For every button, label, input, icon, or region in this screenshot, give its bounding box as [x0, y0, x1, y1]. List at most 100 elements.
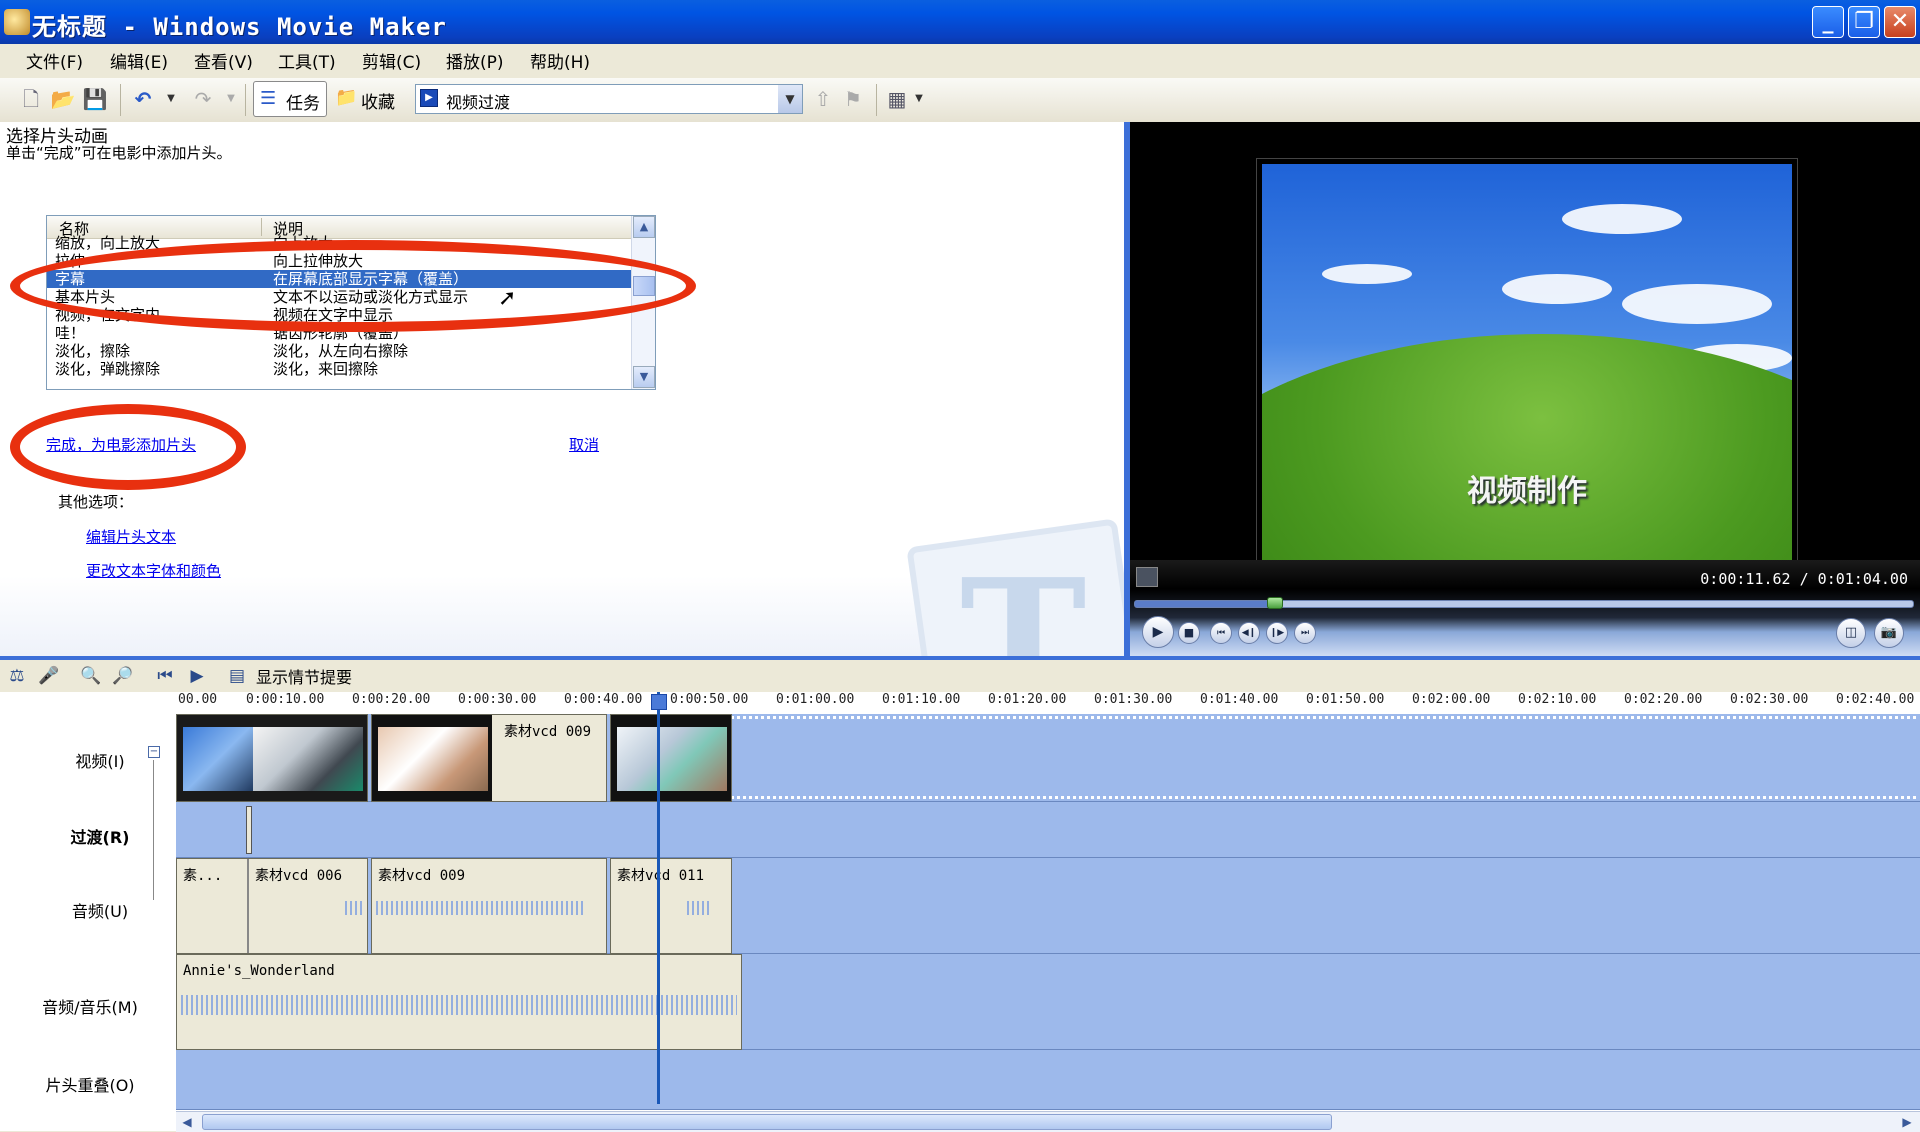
favorites-button[interactable]: 📁 收藏	[333, 81, 403, 117]
scroll-right-icon[interactable]: ▶	[1898, 1114, 1916, 1130]
track-dotted-edge	[731, 796, 1916, 801]
menu-file[interactable]: 文件(F)	[26, 48, 83, 73]
set-audio-levels-icon[interactable]: ⚖	[6, 665, 28, 687]
menu-clip[interactable]: 剪辑(C)	[362, 48, 421, 73]
show-storyboard-button[interactable]: 显示情节提要	[256, 664, 352, 688]
video-clip[interactable]: 素材vcd 009	[371, 714, 607, 802]
seek-fill	[1135, 601, 1276, 607]
video-track[interactable]: 素材vcd 009	[176, 714, 1920, 802]
narrate-microphone-icon[interactable]: 🎤	[38, 665, 60, 687]
time-ruler[interactable]: 00.00 0:00:10.00 0:00:20.00 0:00:30.00 0…	[176, 692, 1920, 715]
ruler-tick: 0:02:30.00	[1730, 692, 1809, 707]
clip-name: 素材vcd 011	[617, 868, 705, 884]
chevron-down-icon[interactable]: ▼	[778, 85, 802, 113]
audio-waveform	[345, 901, 363, 915]
audio-clip[interactable]: 素材vcd 011	[610, 858, 732, 954]
audio-waveform	[181, 995, 737, 1015]
redo-dropdown-icon[interactable]: ▼	[218, 86, 244, 112]
list-item[interactable]: 淡化，弹跳擦除 淡化，来回擦除	[47, 360, 631, 378]
skip-back-icon[interactable]: ⏮	[1210, 622, 1232, 644]
music-track[interactable]: Annie's_Wonderland	[176, 954, 1920, 1050]
annotation-ring	[10, 240, 696, 332]
up-arrow-icon[interactable]: ⇧	[810, 86, 836, 112]
scroll-thumb[interactable]	[202, 1114, 1332, 1130]
play-timeline-icon[interactable]: ▶	[186, 665, 208, 687]
menu-bar: 文件(F) 编辑(E) 查看(V) 工具(T) 剪辑(C) 播放(P) 帮助(H…	[0, 44, 1920, 76]
minimize-button[interactable]: _	[1812, 6, 1844, 38]
flag-icon[interactable]: ⚑	[840, 86, 866, 112]
ruler-tick: 0:00:10.00	[246, 692, 325, 707]
cloud	[1502, 274, 1612, 304]
cloud	[1622, 284, 1772, 324]
cloud	[1562, 204, 1682, 234]
transition-marker[interactable]	[246, 806, 252, 854]
clip-thumbnail	[617, 727, 727, 791]
list-item[interactable]: 淡化，擦除 淡化，从左向右擦除	[47, 342, 631, 360]
stop-icon[interactable]: ■	[1178, 622, 1200, 644]
zoom-out-icon[interactable]: 🔎	[112, 665, 134, 687]
prev-frame-icon[interactable]: ◀❙	[1238, 622, 1260, 644]
change-font-color-link[interactable]: 更改文本字体和颜色	[86, 560, 221, 581]
annotation-ring	[10, 404, 246, 490]
ruler-tick: 00.00	[178, 692, 218, 707]
cloud	[1322, 264, 1412, 284]
open-folder-icon[interactable]: 📂	[50, 86, 76, 112]
collapse-icon[interactable]: −	[148, 746, 160, 758]
video-clip[interactable]	[176, 714, 368, 802]
audio-clip[interactable]: 素材vcd 009	[371, 858, 607, 954]
timeline-scrollbar[interactable]: ◀ ▶	[176, 1111, 1920, 1132]
undo-icon[interactable]: ↶	[130, 86, 156, 112]
audio-clip[interactable]: 素... 素材vcd 006	[176, 858, 368, 954]
next-frame-icon[interactable]: ❙▶	[1266, 622, 1288, 644]
ruler-tick: 0:02:40.00	[1836, 692, 1915, 707]
playhead[interactable]	[657, 692, 660, 1104]
title-overlay-track[interactable]	[176, 1050, 1920, 1110]
menu-view[interactable]: 查看(V)	[194, 48, 253, 73]
view-combo[interactable]: ▶ 视频过渡 ▼	[415, 84, 803, 114]
restore-button[interactable]: ❐	[1848, 6, 1880, 38]
storyboard-icon[interactable]: ▤	[226, 665, 248, 687]
save-icon[interactable]: 💾	[82, 86, 108, 112]
fullscreen-icon[interactable]	[1136, 567, 1158, 587]
rewind-icon[interactable]: ⏮	[154, 665, 176, 687]
menu-play[interactable]: 播放(P)	[446, 48, 504, 73]
ruler-tick: 0:01:30.00	[1094, 692, 1173, 707]
undo-dropdown-icon[interactable]: ▼	[158, 86, 184, 112]
clip-thumbnail	[183, 727, 253, 791]
ruler-tick: 0:01:10.00	[882, 692, 961, 707]
track-label-transition: 过渡(R)	[70, 828, 130, 847]
redo-icon[interactable]: ↷	[190, 86, 216, 112]
scroll-left-icon[interactable]: ◀	[178, 1114, 196, 1130]
clip-name: 素...	[183, 868, 223, 884]
cancel-link[interactable]: 取消	[569, 434, 599, 455]
scroll-down-icon[interactable]: ▼	[633, 366, 655, 388]
play-icon[interactable]: ▶	[1142, 616, 1174, 648]
video-clip[interactable]	[610, 714, 732, 802]
skip-forward-icon[interactable]: ⏭	[1294, 622, 1316, 644]
menu-help[interactable]: 帮助(H)	[530, 48, 590, 73]
views-dropdown-icon[interactable]: ▼	[906, 86, 932, 112]
zoom-in-icon[interactable]: 🔍	[80, 665, 102, 687]
scroll-up-icon[interactable]: ▲	[633, 216, 655, 238]
playhead-handle[interactable]	[651, 694, 667, 710]
ruler-tick: 0:02:00.00	[1412, 692, 1491, 707]
audio-waveform	[376, 901, 586, 915]
menu-tools[interactable]: 工具(T)	[278, 48, 336, 73]
audio-track[interactable]: 素... 素材vcd 006 素材vcd 009 素材vcd 011	[176, 858, 1920, 954]
close-button[interactable]: ✕	[1884, 6, 1916, 38]
folder-icon: 📁	[335, 87, 358, 108]
transition-track[interactable]	[176, 802, 1920, 858]
ruler-tick: 0:00:50.00	[670, 692, 749, 707]
track-label-audio: 音频(U)	[71, 902, 129, 921]
ruler-tick: 0:01:20.00	[988, 692, 1067, 707]
task-pane: T 选择片头动画 单击“完成”可在电影中添加片头。 名称 说明 缩放，向上放大向…	[0, 122, 1124, 656]
camera-snapshot-icon[interactable]: 📷	[1874, 618, 1904, 648]
new-project-icon[interactable]: 🗋	[18, 86, 44, 112]
seek-thumb[interactable]	[1267, 597, 1284, 609]
menu-edit[interactable]: 编辑(E)	[110, 48, 168, 73]
tasks-button[interactable]: ☰ 任务	[253, 81, 327, 117]
split-clip-icon[interactable]: ◫	[1836, 618, 1866, 648]
clip-divider	[247, 859, 249, 953]
seek-bar[interactable]	[1134, 597, 1914, 609]
edit-title-text-link[interactable]: 编辑片头文本	[86, 526, 176, 547]
